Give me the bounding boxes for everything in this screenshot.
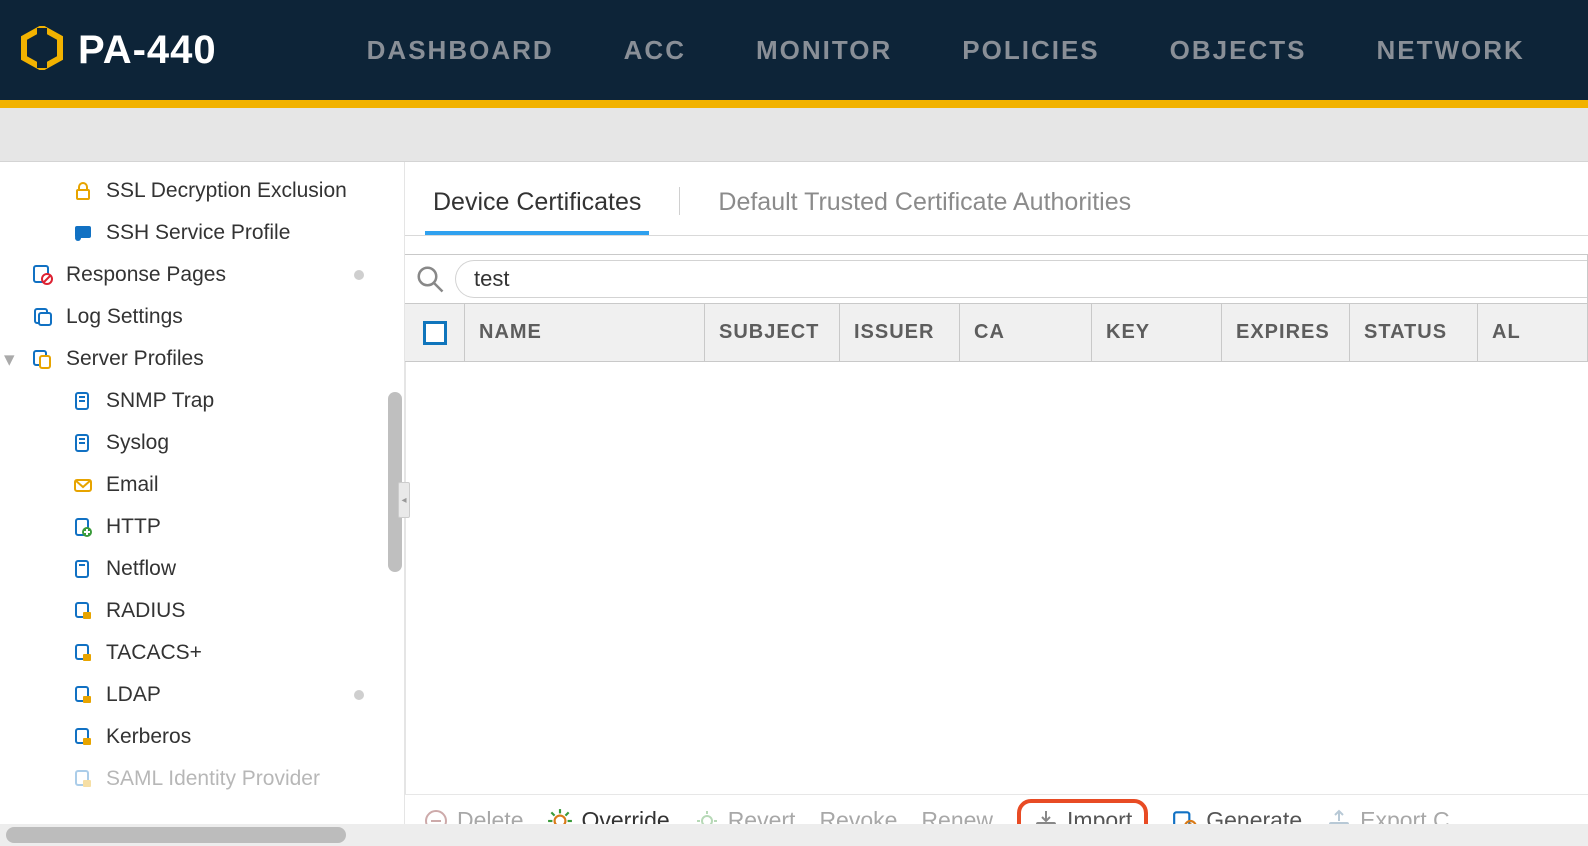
search-bar — [405, 254, 1588, 304]
sidebar-item-label: RADIUS — [106, 599, 185, 623]
sidebar-item-log-settings[interactable]: Log Settings — [0, 296, 404, 338]
sidebar-item-saml[interactable]: SAML Identity Provider — [0, 758, 404, 800]
brand-icon — [20, 26, 64, 75]
tab-bar: Device Certificates Default Trusted Cert… — [405, 176, 1588, 236]
col-algorithm[interactable]: AL — [1478, 304, 1587, 361]
sidebar-item-kerberos[interactable]: Kerberos — [0, 716, 404, 758]
server-icon — [32, 348, 54, 370]
search-input[interactable] — [455, 260, 1587, 298]
sidebar-item-radius[interactable]: RADIUS — [0, 590, 404, 632]
chevron-down-icon: ▾ — [4, 347, 16, 372]
lock-doc-icon — [72, 726, 94, 748]
sub-toolbar — [0, 108, 1588, 162]
nav-network[interactable]: NETWORK — [1376, 35, 1524, 66]
sidebar-item-server-profiles[interactable]: ▾ Server Profiles — [0, 338, 404, 380]
sidebar-item-label: SAML Identity Provider — [106, 767, 320, 791]
lock-doc-icon — [72, 684, 94, 706]
sidebar-item-label: Kerberos — [106, 725, 191, 749]
sidebar-item-label: HTTP — [106, 515, 161, 539]
tab-default-trusted-ca[interactable]: Default Trusted Certificate Authorities — [710, 188, 1139, 235]
nav-policies[interactable]: POLICIES — [962, 35, 1099, 66]
table-body-empty — [405, 362, 1588, 794]
top-nav: PA-440 DASHBOARD ACC MONITOR POLICIES OB… — [0, 0, 1588, 100]
indicator-dot — [354, 690, 364, 700]
sidebar-item-response-pages[interactable]: Response Pages — [0, 254, 404, 296]
log-icon — [32, 306, 54, 328]
main-panel: Device Certificates Default Trusted Cert… — [404, 162, 1588, 846]
sidebar-item-label: Netflow — [106, 557, 176, 581]
sidebar-item-label: Log Settings — [66, 305, 183, 329]
nav-dashboard[interactable]: DASHBOARD — [367, 35, 554, 66]
col-key[interactable]: KEY — [1092, 304, 1222, 361]
brand-logo: PA-440 — [20, 26, 217, 75]
col-issuer[interactable]: ISSUER — [840, 304, 960, 361]
email-icon — [72, 474, 94, 496]
nav-acc[interactable]: ACC — [624, 35, 686, 66]
profile-icon — [72, 222, 94, 244]
table-header: NAME SUBJECT ISSUER CA KEY EXPIRES STATU… — [405, 304, 1588, 362]
horizontal-scrollbar-track[interactable] — [0, 824, 1588, 846]
sidebar-item-tacacs[interactable]: TACACS+ — [0, 632, 404, 674]
sidebar-item-snmp-trap[interactable]: SNMP Trap — [0, 380, 404, 422]
search-icon — [415, 264, 445, 294]
sidebar-item-label: SSL Decryption Exclusion — [106, 179, 347, 203]
http-icon — [72, 516, 94, 538]
sidebar-item-syslog[interactable]: Syslog — [0, 422, 404, 464]
sidebar-item-ldap[interactable]: LDAP — [0, 674, 404, 716]
sidebar-item-label: Email — [106, 473, 159, 497]
sidebar-item-label: SNMP Trap — [106, 389, 214, 413]
lock-icon — [72, 180, 94, 202]
col-name[interactable]: NAME — [465, 304, 705, 361]
col-ca[interactable]: CA — [960, 304, 1092, 361]
sidebar-item-label: Syslog — [106, 431, 169, 455]
panel-collapse-grip[interactable]: ◂ — [398, 482, 410, 518]
sidebar-item-http[interactable]: HTTP — [0, 506, 404, 548]
sidebar-item-label: TACACS+ — [106, 641, 202, 665]
lock-doc-icon — [72, 600, 94, 622]
lock-doc-icon — [72, 768, 94, 790]
indicator-dot — [354, 270, 364, 280]
sidebar-item-ssl-decryption-exclusion[interactable]: SSL Decryption Exclusion — [0, 170, 404, 212]
doc-icon — [72, 390, 94, 412]
main-nav: DASHBOARD ACC MONITOR POLICIES OBJECTS N… — [367, 35, 1525, 66]
pages-blocked-icon — [32, 264, 54, 286]
accent-strip — [0, 100, 1588, 108]
sidebar-item-label: SSH Service Profile — [106, 221, 290, 245]
col-expires[interactable]: EXPIRES — [1222, 304, 1350, 361]
doc-icon — [72, 558, 94, 580]
select-all-checkbox[interactable] — [405, 304, 465, 361]
sidebar-item-netflow[interactable]: Netflow — [0, 548, 404, 590]
sidebar-item-label: LDAP — [106, 683, 161, 707]
nav-monitor[interactable]: MONITOR — [756, 35, 892, 66]
nav-objects[interactable]: OBJECTS — [1170, 35, 1307, 66]
tab-divider — [679, 187, 680, 215]
horizontal-scrollbar-thumb[interactable] — [6, 827, 346, 843]
sidebar-item-label: Server Profiles — [66, 347, 204, 371]
sidebar-item-email[interactable]: Email — [0, 464, 404, 506]
brand-model: PA-440 — [78, 28, 217, 73]
lock-doc-icon — [72, 642, 94, 664]
sidebar: SSL Decryption Exclusion SSH Service Pro… — [0, 162, 404, 846]
tab-device-certificates[interactable]: Device Certificates — [425, 188, 649, 235]
col-subject[interactable]: SUBJECT — [705, 304, 840, 361]
sidebar-item-label: Response Pages — [66, 263, 226, 287]
doc-icon — [72, 432, 94, 454]
col-status[interactable]: STATUS — [1350, 304, 1478, 361]
sidebar-item-ssh-service-profile[interactable]: SSH Service Profile — [0, 212, 404, 254]
